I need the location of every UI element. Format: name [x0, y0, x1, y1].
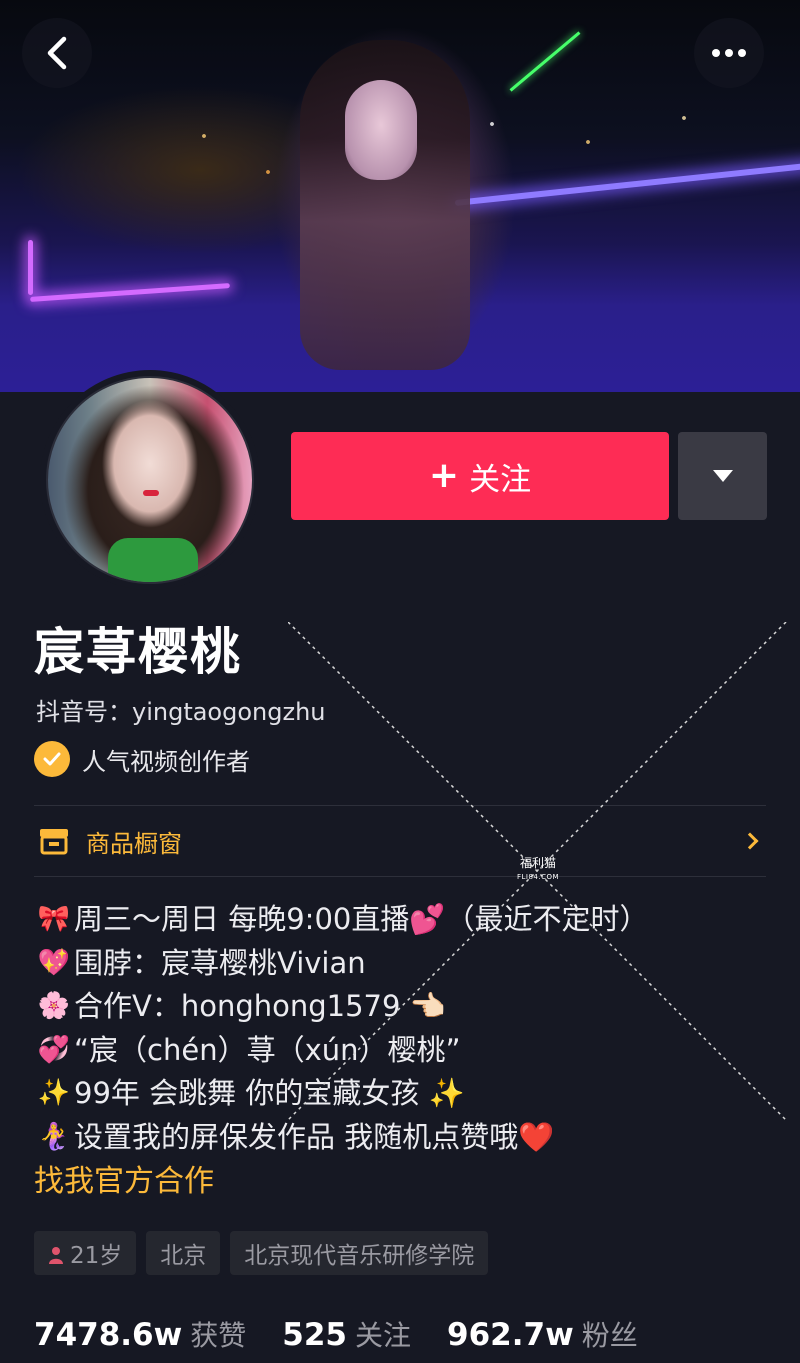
bio-text: 周三～周日 每晚9:00直播💕（最近不定时）: [74, 902, 649, 936]
storefront-icon: [38, 827, 70, 855]
watermark-subtitle: FLI84.COM: [516, 873, 560, 881]
school-label: 北京现代音乐研修学院: [244, 1243, 475, 1269]
followers-count: 962.7w: [447, 1317, 574, 1353]
cherry-blossom-icon: 🌸: [37, 991, 71, 1022]
cover-face: [345, 80, 417, 180]
follow-label: 关注: [469, 461, 532, 498]
bio-line: 🌸 合作V：honghong1579 👈🏻: [34, 985, 774, 1029]
bio: 🎀 周三～周日 每晚9:00直播💕（最近不定时） 💖 围脖：宸荨樱桃Vivian…: [34, 898, 774, 1203]
laser-beam: [509, 31, 581, 92]
bio-text: 99年 会跳舞 你的宝藏女孩 ✨: [74, 1076, 465, 1111]
bio-line: 找我官方合作: [34, 1160, 774, 1204]
following-count: 525: [282, 1317, 347, 1353]
profile-tags: 21岁 北京 北京现代音乐研修学院: [34, 1231, 489, 1275]
likes-stat[interactable]: 7478.6w 获赞: [34, 1314, 246, 1354]
followers-stat[interactable]: 962.7w 粉丝: [447, 1314, 638, 1354]
bio-line: ✨ 99年 会跳舞 你的宝藏女孩 ✨: [34, 1072, 774, 1116]
likes-label: 获赞: [190, 1319, 247, 1352]
likes-count: 7478.6w: [34, 1317, 183, 1353]
bio-text: 合作V：honghong1579 👈🏻: [74, 989, 446, 1024]
city-label: 北京: [160, 1243, 207, 1269]
badge-label: 人气视频创作者: [82, 747, 250, 776]
avatar-image: [46, 376, 254, 584]
creator-badge[interactable]: 人气视频创作者: [34, 741, 250, 777]
profile-stats: 7478.6w 获赞 525 关注 962.7w 粉丝: [34, 1314, 674, 1354]
bio-line: 🧜‍♀️ 设置我的屏保发作品 我随机点赞哦❤️: [34, 1116, 774, 1160]
city-tag: 北京: [146, 1231, 221, 1275]
neon-edge-left: [30, 283, 230, 302]
more-dots-icon: [710, 49, 749, 57]
cover-photo: [0, 0, 800, 392]
revolving-hearts-icon: 💞: [37, 1034, 71, 1065]
shop-window-label: 商品橱窗: [86, 829, 182, 858]
bio-text: “宸（chén）荨（xún）樱桃”: [74, 1032, 461, 1067]
following-stat[interactable]: 525 关注: [282, 1314, 411, 1354]
bio-text: 设置我的屏保发作品 我随机点赞哦❤️: [74, 1119, 555, 1154]
back-button[interactable]: [22, 18, 92, 88]
school-tag: 北京现代音乐研修学院: [230, 1231, 489, 1275]
verified-check-icon: [34, 741, 70, 777]
mermaid-icon: 🧜‍♀️: [37, 1121, 71, 1152]
bio-line: 💞 “宸（chén）荨（xún）樱桃”: [34, 1029, 774, 1073]
watermark-logo: 福利猫 FLI84.COM: [508, 856, 568, 884]
avatar[interactable]: [40, 370, 260, 590]
chevron-left-icon: [47, 36, 67, 70]
followers-label: 粉丝: [581, 1319, 638, 1352]
following-label: 关注: [355, 1319, 412, 1352]
plus-icon: +: [428, 455, 460, 496]
douyin-id[interactable]: 抖音号：yingtaogongzhu: [36, 692, 326, 727]
neon-edge-left-vertical: [28, 240, 33, 295]
bio-text: 围脖：宸荨樱桃Vivian: [74, 945, 366, 980]
follow-button[interactable]: + 关注: [291, 432, 669, 520]
chevron-right-icon: [741, 832, 759, 850]
bio-line: 🎀 周三～周日 每晚9:00直播💕（最近不定时）: [34, 898, 774, 942]
age-label: 21岁: [70, 1243, 123, 1269]
official-cooperation-link[interactable]: 找我官方合作: [34, 1160, 214, 1204]
female-icon: [48, 1244, 64, 1264]
sparkling-heart-icon: 💖: [37, 947, 71, 978]
sparkles-icon: ✨: [37, 1078, 71, 1109]
shop-window-row[interactable]: 商品橱窗: [34, 806, 766, 876]
ribbon-icon: 🎀: [37, 904, 71, 934]
profile-name: 宸荨樱桃: [34, 623, 242, 681]
watermark-title: 福利猫: [519, 856, 556, 870]
triangle-down-icon: [712, 470, 733, 482]
divider: [34, 876, 766, 877]
more-button[interactable]: [694, 18, 764, 88]
bio-line: 💖 围脖：宸荨樱桃Vivian: [34, 942, 774, 986]
recommend-dropdown-button[interactable]: [678, 432, 767, 520]
age-tag: 21岁: [34, 1231, 137, 1275]
